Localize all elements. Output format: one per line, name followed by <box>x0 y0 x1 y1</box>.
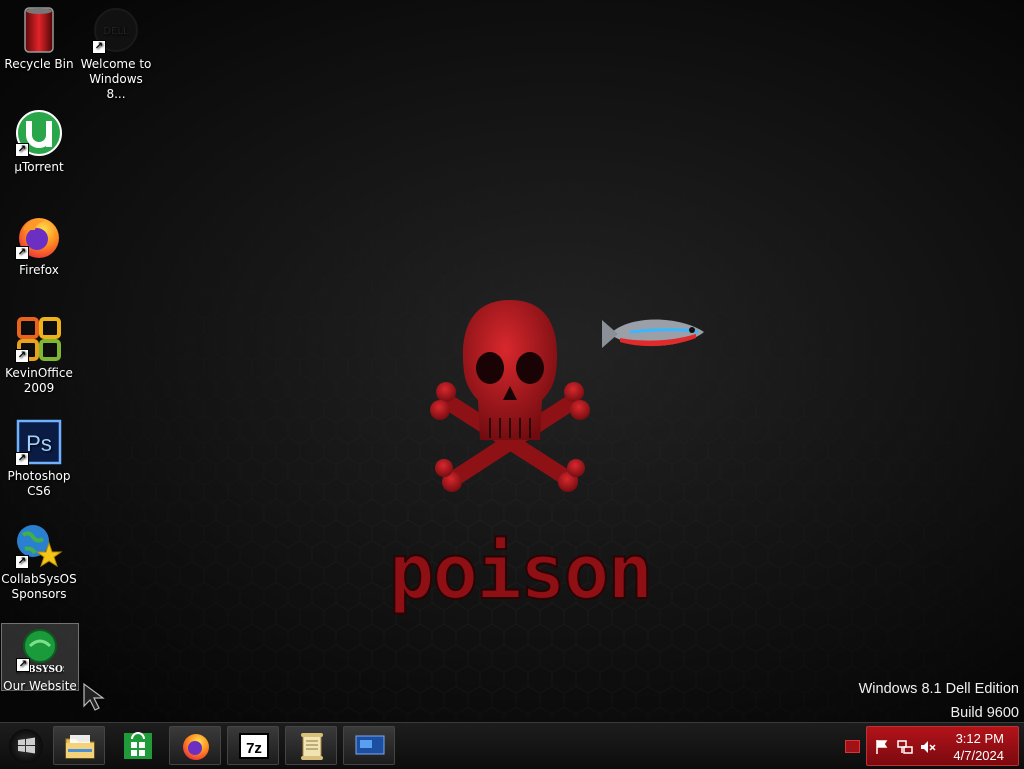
svg-text:7z: 7z <box>246 740 262 757</box>
desktop-icon-label: CollabSysOS Sponsors <box>1 572 77 601</box>
file-explorer-icon <box>65 735 95 759</box>
desktop-icon-label: Welcome to Windows 8... <box>80 57 152 101</box>
7zip-icon: 7z <box>239 733 269 759</box>
svg-text:Ps: Ps <box>26 431 52 456</box>
desktop-icon-label: Firefox <box>19 263 59 277</box>
desktop-icon-recycle-bin[interactable]: Recycle Bin <box>1 0 77 72</box>
os-build-watermark: Windows 8.1 Dell Edition Build 9600 <box>859 677 1019 725</box>
notification-overflow-icon[interactable] <box>845 740 860 753</box>
system-tray: 3:12 PM 4/7/2024 <box>866 726 1019 766</box>
taskbar: 7z 3:12 PM 4/7/2024 <box>0 722 1024 769</box>
desktop-icon-utorrent[interactable]: ↗ µTorrent <box>1 103 77 175</box>
taskbar-7zip-button[interactable]: 7z <box>227 726 279 765</box>
recycle-bin-icon <box>24 7 54 53</box>
desktop-icon-firefox[interactable]: ↗ Firefox <box>1 206 77 278</box>
network-icon[interactable] <box>897 739 913 755</box>
start-button[interactable] <box>6 727 46 765</box>
clock-date: 4/7/2024 <box>953 748 1004 763</box>
shortcut-arrow-icon: ↗ <box>15 452 29 466</box>
store-icon <box>124 732 152 759</box>
poison-wallpaper-text: poison <box>389 527 652 616</box>
shortcut-arrow-icon: ↗ <box>16 658 30 672</box>
shortcut-arrow-icon: ↗ <box>92 40 106 54</box>
taskbar-notepad-button[interactable] <box>285 726 337 765</box>
shortcut-arrow-icon: ↗ <box>15 555 29 569</box>
desktop-icon-label: Photoshop CS6 <box>7 469 71 498</box>
desktop-icon-our-website[interactable]: LABSYSOS ↗ Our Website <box>1 623 79 693</box>
desktop-icon-kevinoffice[interactable]: ↗ KevinOffice 2009 <box>1 309 77 396</box>
watermark-edition: Windows 8.1 Dell Edition <box>858 681 1019 697</box>
desktop-icon-label: KevinOffice 2009 <box>5 366 73 395</box>
desktop-icon-collabsysos-sponsors[interactable]: ↗ CollabSysOS Sponsors <box>1 515 77 602</box>
action-center-flag-icon[interactable] <box>874 739 890 755</box>
shortcut-arrow-icon: ↗ <box>15 349 29 363</box>
shortcut-arrow-icon: ↗ <box>15 143 29 157</box>
desktop-icon-label: Our Website <box>3 679 77 693</box>
taskbar-remote-desktop-button[interactable] <box>343 726 395 765</box>
remote-desktop-icon <box>355 735 385 755</box>
firefox-icon <box>183 734 209 760</box>
shortcut-arrow-icon: ↗ <box>15 246 29 260</box>
taskbar-store-button[interactable] <box>111 726 163 765</box>
desktop-icon-label: µTorrent <box>14 160 64 174</box>
desktop-icon-label: Recycle Bin <box>4 57 74 71</box>
taskbar-clock[interactable]: 3:12 PM 4/7/2024 <box>953 730 1004 764</box>
volume-muted-icon[interactable] <box>920 739 936 755</box>
svg-text:DELL: DELL <box>103 26 129 37</box>
mouse-pointer-icon <box>83 682 105 711</box>
desktop-icon-welcome[interactable]: DELL ↗ Welcome to Windows 8... <box>78 0 154 102</box>
neon-tetra-fish-icon <box>602 319 704 348</box>
desktop-icon-photoshop[interactable]: Ps ↗ Photoshop CS6 <box>1 412 77 499</box>
clock-time: 3:12 PM <box>955 731 1004 746</box>
taskbar-file-explorer-button[interactable] <box>53 726 105 765</box>
taskbar-firefox-button[interactable] <box>169 726 221 765</box>
notepad-scroll-icon <box>301 733 323 760</box>
